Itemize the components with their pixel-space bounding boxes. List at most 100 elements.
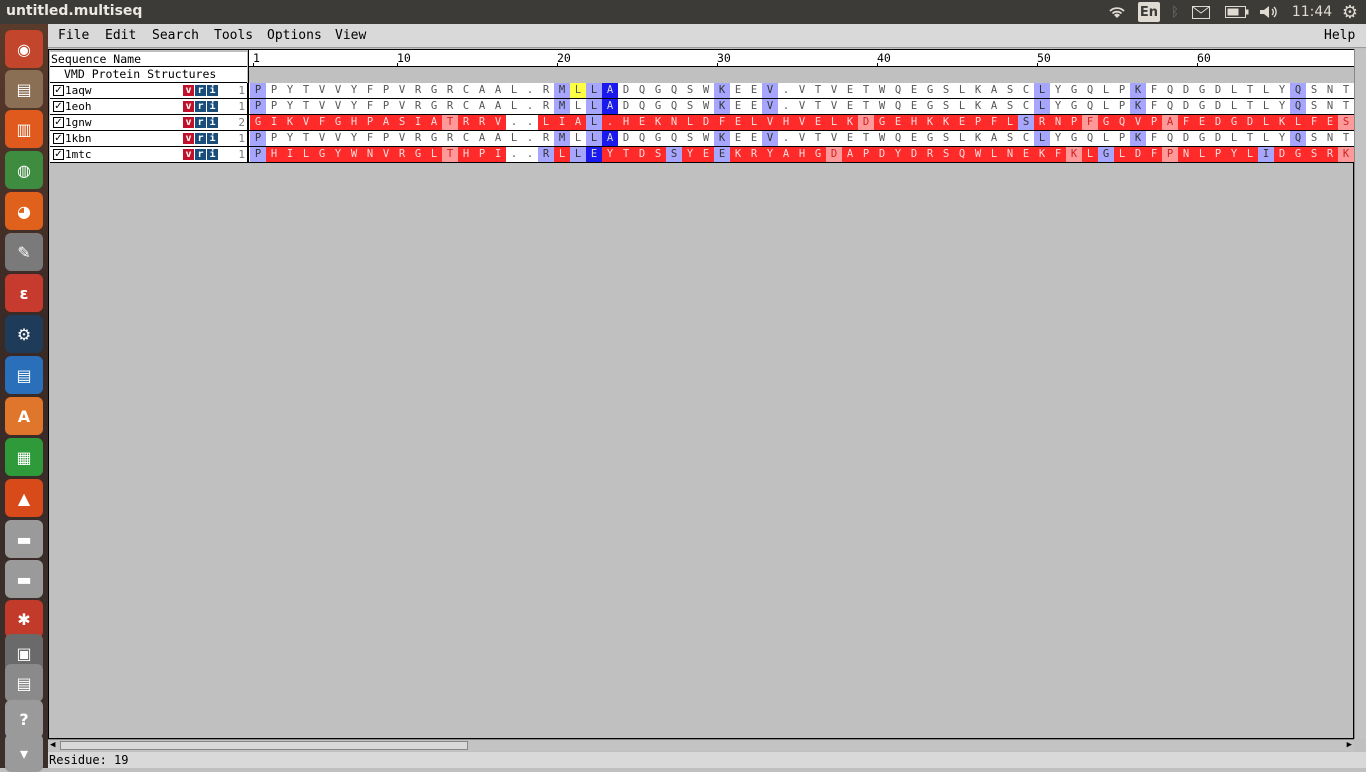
residue-cell[interactable]: G [1098, 115, 1114, 130]
residue-cell[interactable]: P [378, 131, 394, 146]
residue-cell[interactable]: Y [346, 131, 362, 146]
text-editor-icon[interactable]: ✎ [5, 233, 43, 271]
residue-cell[interactable]: L [506, 131, 522, 146]
drive2-icon[interactable]: ▬ [5, 560, 43, 598]
residue-cell[interactable]: . [522, 147, 538, 162]
residue-cell[interactable]: E [906, 83, 922, 98]
residue-cell[interactable]: K [842, 115, 858, 130]
residue-cell[interactable]: L [570, 131, 586, 146]
visibility-toggle[interactable]: v [183, 101, 194, 112]
residue-cell[interactable]: L [570, 147, 586, 162]
residue-cell[interactable]: R [410, 99, 426, 114]
residue-cell[interactable]: A [378, 115, 394, 130]
residue-cell[interactable]: T [810, 83, 826, 98]
residue-cell[interactable]: G [1066, 83, 1082, 98]
residue-cell[interactable]: H [906, 115, 922, 130]
residue-cell[interactable]: T [1242, 131, 1258, 146]
scroll-right-arrow-icon[interactable]: ▶ [1347, 740, 1352, 750]
residue-cell[interactable]: R [538, 131, 554, 146]
residue-cell[interactable]: L [1226, 83, 1242, 98]
residue-cell[interactable]: T [1338, 99, 1354, 114]
residue-cell[interactable]: R [538, 99, 554, 114]
residue-cell[interactable]: P [1114, 131, 1130, 146]
residue-cell[interactable]: A [986, 83, 1002, 98]
residue-cell[interactable]: K [1130, 99, 1146, 114]
firefox-icon[interactable]: ◕ [5, 192, 43, 230]
residue-cell[interactable]: D [1130, 147, 1146, 162]
residue-cell[interactable]: L [682, 115, 698, 130]
residue-cell[interactable]: A [986, 99, 1002, 114]
residue-cell[interactable]: S [938, 83, 954, 98]
residue-cell[interactable]: Q [666, 83, 682, 98]
residue-cell[interactable]: D [618, 131, 634, 146]
residue-cell[interactable]: P [1066, 115, 1082, 130]
residue-cell[interactable]: Q [1082, 99, 1098, 114]
residue-cell[interactable]: N [666, 115, 682, 130]
residue-cell[interactable]: L [1082, 147, 1098, 162]
chrome-icon[interactable]: ◍ [5, 151, 43, 189]
sequence-row-1aqw[interactable]: ✓ 1aqw v r i 1 P P Y T V V Y F P V R G R C A A L. R M L L A D Q G Q S W K E… [50, 83, 1366, 99]
residue-cell[interactable]: R [410, 131, 426, 146]
residue-cell[interactable]: D [1178, 99, 1194, 114]
residue-cell[interactable]: P [1114, 83, 1130, 98]
residue-cell[interactable]: A [490, 99, 506, 114]
scroll-left-arrow-icon[interactable]: ◀ [50, 740, 55, 750]
residue-cell[interactable]: P [378, 83, 394, 98]
residue-cell[interactable]: Y [1226, 147, 1242, 162]
residue-cell[interactable]: G [650, 131, 666, 146]
sequence-checkbox[interactable]: ✓ [53, 117, 64, 128]
residue-cell[interactable]: L [1258, 83, 1274, 98]
residue-cell[interactable]: Y [890, 147, 906, 162]
residue-cell[interactable]: P [250, 99, 266, 114]
residue-cell[interactable]: T [858, 131, 874, 146]
residue-cell[interactable]: S [1002, 83, 1018, 98]
residue-cell[interactable]: V [330, 131, 346, 146]
residue-cell[interactable]: G [1194, 131, 1210, 146]
residue-cell[interactable]: V [794, 83, 810, 98]
residue-cell[interactable]: V [794, 99, 810, 114]
residue-cell[interactable]: . [778, 131, 794, 146]
menu-options[interactable]: Options [267, 28, 322, 43]
residue-cell[interactable]: S [682, 131, 698, 146]
residue-cell[interactable]: T [618, 147, 634, 162]
residue-cell[interactable]: V [330, 99, 346, 114]
residue-cell[interactable]: . [778, 83, 794, 98]
residue-cell[interactable]: L [1002, 115, 1018, 130]
info-toggle[interactable]: i [207, 85, 218, 96]
residue-cell[interactable]: E [746, 99, 762, 114]
info-toggle[interactable]: i [207, 133, 218, 144]
residue-cell[interactable]: G [922, 131, 938, 146]
residue-cell[interactable]: V [490, 115, 506, 130]
residue-cell[interactable]: Y [602, 147, 618, 162]
residue-cell[interactable]: G [1290, 147, 1306, 162]
residue-cell[interactable]: L [826, 115, 842, 130]
residue-cell[interactable]: . [602, 115, 618, 130]
residue-cell[interactable]: K [714, 83, 730, 98]
residue-cell[interactable]: N [362, 147, 378, 162]
residue-cell[interactable]: S [666, 147, 682, 162]
document-viewer-icon[interactable]: ▥ [5, 110, 43, 148]
residue-cell[interactable]: Q [634, 83, 650, 98]
residue-cell[interactable]: F [1146, 83, 1162, 98]
residue-cell[interactable]: E [730, 99, 746, 114]
residue-cell[interactable]: S [938, 131, 954, 146]
representation-toggle[interactable]: r [195, 101, 206, 112]
sequence-checkbox[interactable]: ✓ [53, 85, 64, 96]
sequence-name-cell[interactable]: ✓ 1eoh v r i 1 [50, 99, 247, 114]
menu-tools[interactable]: Tools [214, 28, 253, 43]
sequence-checkbox[interactable]: ✓ [53, 149, 64, 160]
residue-cell[interactable]: D [1210, 131, 1226, 146]
menu-file[interactable]: File [58, 28, 89, 43]
residue-cell[interactable]: A [602, 83, 618, 98]
calc-icon[interactable]: ▦ [5, 438, 43, 476]
menu-view[interactable]: View [335, 28, 366, 43]
residue-cell[interactable]: K [1338, 147, 1354, 162]
residue-cell[interactable]: R [394, 147, 410, 162]
residue-cell[interactable]: V [314, 83, 330, 98]
residue-cell[interactable]: I [490, 147, 506, 162]
residue-cell[interactable]: G [922, 99, 938, 114]
sequence-name-cell[interactable]: ✓ 1gnw v r i 2 [50, 115, 247, 130]
residue-cell[interactable]: Y [346, 99, 362, 114]
representation-toggle[interactable]: r [195, 133, 206, 144]
residue-cell[interactable]: L [586, 99, 602, 114]
